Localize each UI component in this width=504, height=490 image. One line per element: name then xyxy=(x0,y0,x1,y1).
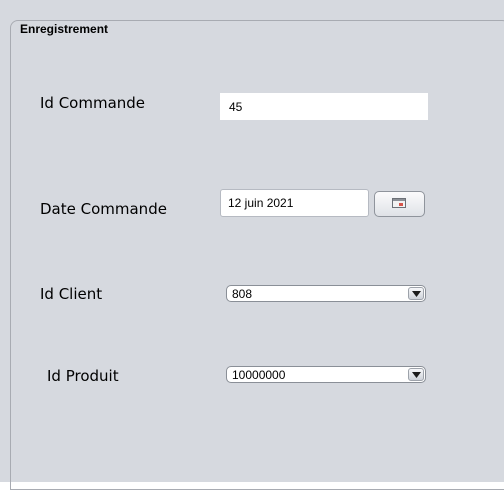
id-produit-value: 10000000 xyxy=(232,368,286,382)
id-produit-select[interactable]: 10000000 xyxy=(226,366,426,383)
enregistrement-group xyxy=(10,20,504,490)
id-client-label: Id Client xyxy=(40,285,103,303)
calendar-icon xyxy=(392,198,406,208)
id-commande-field[interactable]: 45 xyxy=(220,93,428,120)
group-title: Enregistrement xyxy=(18,22,113,36)
id-client-value: 808 xyxy=(232,287,253,301)
id-commande-label: Id Commande xyxy=(40,94,146,112)
id-client-select[interactable]: 808 xyxy=(226,285,426,302)
chevron-down-icon[interactable] xyxy=(408,368,424,381)
date-commande-field[interactable]: 12 juin 2021 xyxy=(220,189,369,217)
form-panel: Enregistrement Id Commande 45 Date Comma… xyxy=(0,0,504,490)
date-commande-label: Date Commande xyxy=(40,200,167,218)
calendar-button[interactable] xyxy=(374,191,425,217)
chevron-down-icon[interactable] xyxy=(408,287,424,300)
id-produit-label: Id Produit xyxy=(47,367,119,385)
